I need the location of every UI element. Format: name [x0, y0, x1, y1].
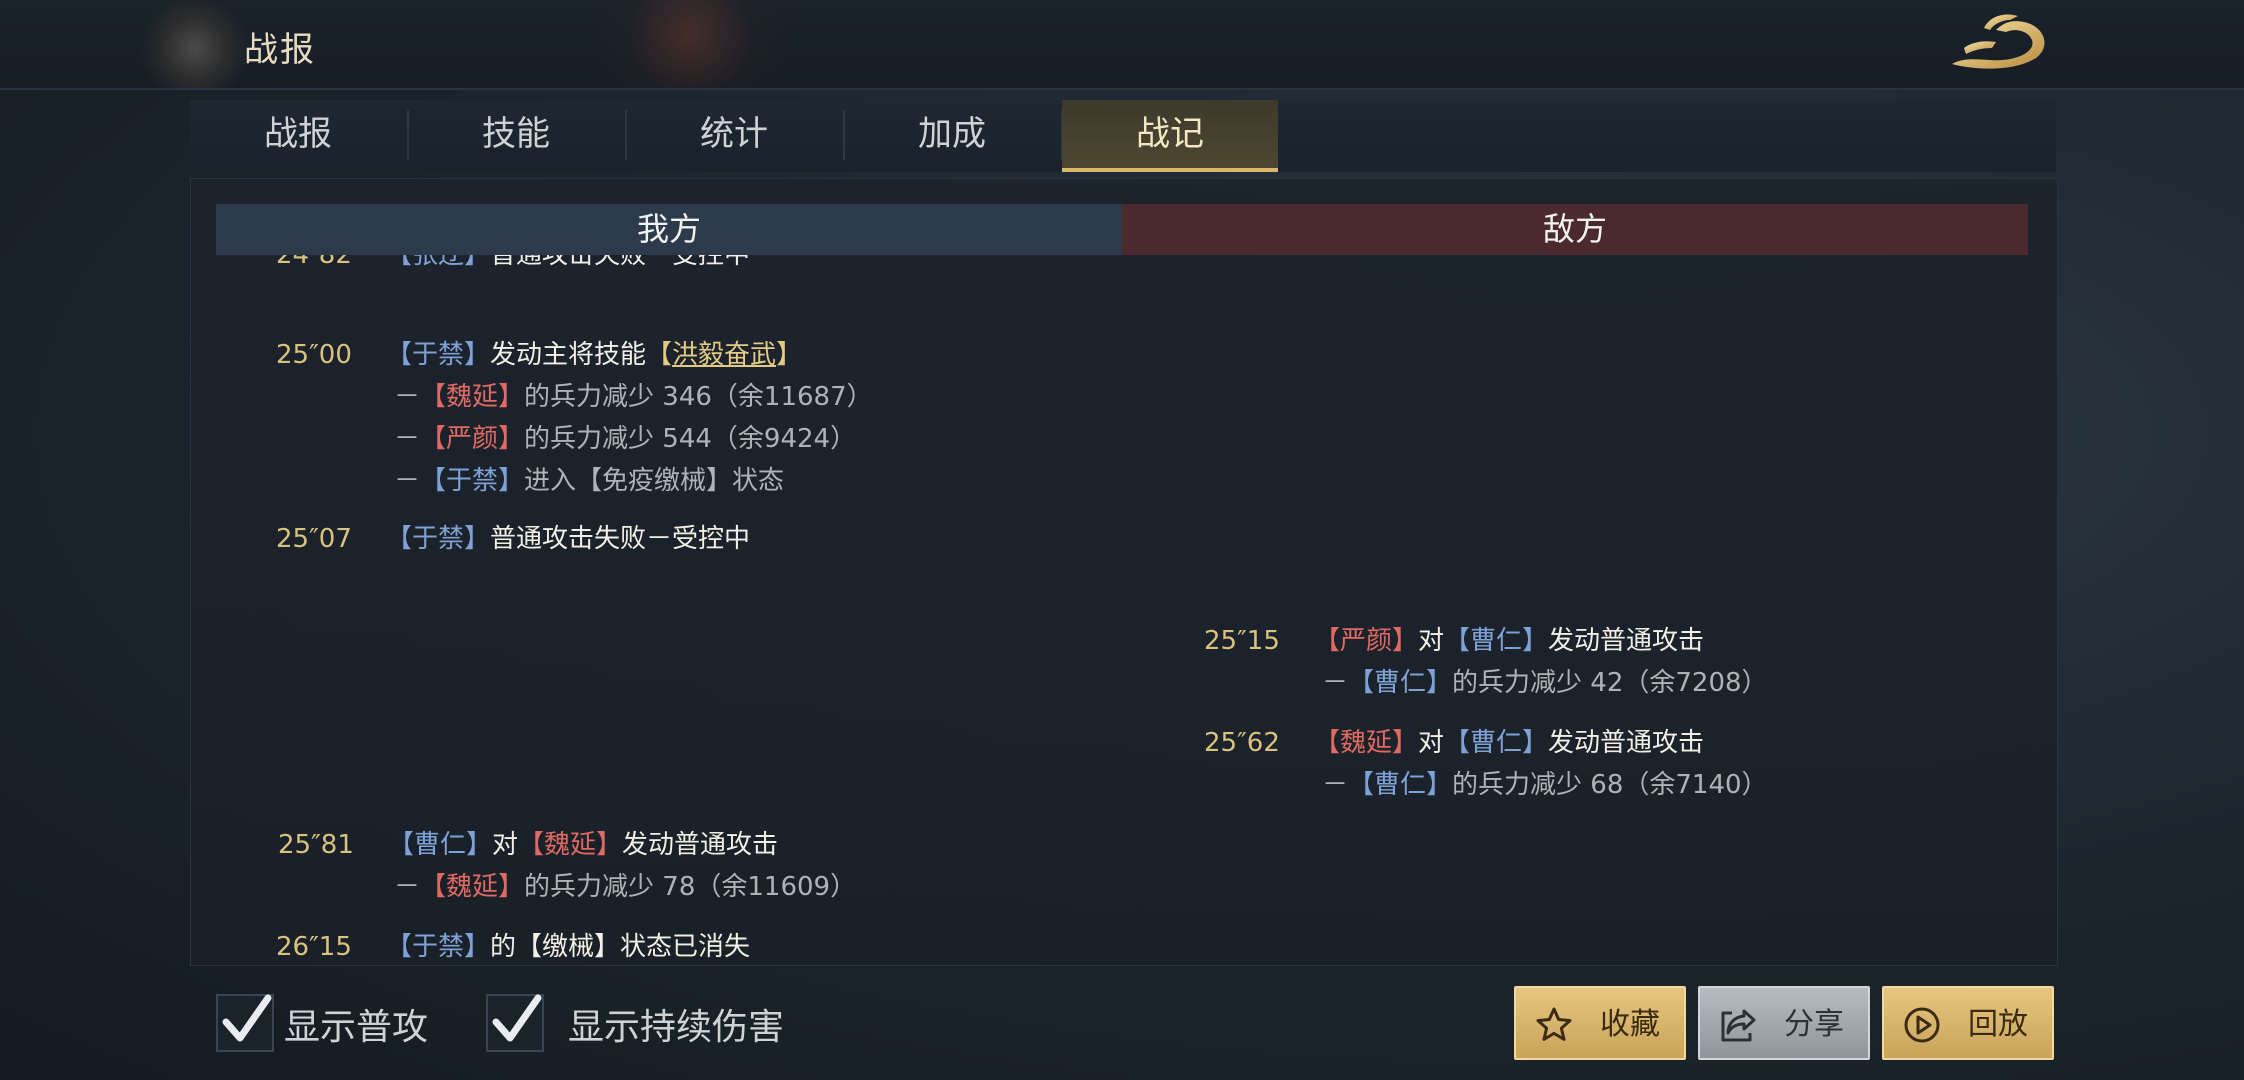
skill-link[interactable]: 洪毅奋武	[672, 340, 776, 370]
dragon-logo-icon[interactable]	[1944, 8, 2054, 80]
enemy-side-header: 敌方	[1122, 204, 2028, 255]
tab-battle-log[interactable]: 战记	[1062, 100, 1278, 172]
show-normal-attack-checkbox[interactable]	[216, 994, 274, 1052]
tab-bonus[interactable]: 加成	[844, 100, 1060, 168]
show-dot-damage-checkbox[interactable]	[486, 994, 544, 1052]
tab-battle-report[interactable]: 战报	[190, 100, 406, 168]
checkmark-icon	[492, 994, 542, 1042]
share-label: 分享	[1784, 1007, 1844, 1042]
battle-log-scroll[interactable]: 24″82 【张辽】普通攻击失败－受控中 25″00 【于禁】发动主将技能【洪毅奋武…	[216, 255, 2028, 964]
log-sub-entry: －【魏延】的兵力减少 346（余11687）	[394, 382, 873, 412]
page-title: 战报	[244, 30, 316, 70]
tab-bar: 战报 技能 统计 加成 战记	[190, 100, 2056, 172]
top-bar: 战报	[0, 0, 2244, 90]
log-entry: 25″62 【魏延】对【曹仁】发动普通攻击	[1204, 728, 1705, 758]
favorite-button[interactable]: 收藏	[1514, 986, 1686, 1060]
log-entry: 24″82 【张辽】普通攻击失败－受控中	[276, 255, 751, 270]
log-sub-entry: －【严颜】的兵力减少 544（余9424）	[394, 424, 857, 454]
log-entry: 25″07 【于禁】普通攻击失败－受控中	[276, 524, 751, 554]
log-sub-entry: －【于禁】进入【免疫缴械】状态	[394, 466, 785, 496]
log-entry: 25″15 【严颜】对【曹仁】发动普通攻击	[1204, 626, 1705, 656]
log-entry: 25″81 【曹仁】对【魏延】发动普通攻击	[278, 830, 779, 860]
checkmark-icon	[222, 994, 272, 1042]
tab-statistics[interactable]: 统计	[626, 100, 842, 168]
log-sub-entry: －【曹仁】的兵力减少 42（余7208）	[1322, 668, 1768, 698]
log-entry: 26″15 【于禁】的【缴械】状态已消失	[276, 932, 751, 962]
favorite-label: 收藏	[1600, 1007, 1660, 1042]
show-dot-damage-label[interactable]: 显示持续伤害	[568, 998, 784, 1050]
star-icon	[1536, 1007, 1572, 1041]
log-entry: 25″00 【于禁】发动主将技能【洪毅奋武】	[276, 340, 803, 370]
share-button[interactable]: 分享	[1698, 986, 1870, 1060]
replay-label: 回放	[1968, 1007, 2028, 1042]
emblem-image	[140, 0, 250, 88]
tab-skills[interactable]: 技能	[408, 100, 624, 168]
share-icon	[1721, 1009, 1756, 1042]
play-circle-icon	[1904, 1007, 1940, 1043]
ember-decoration	[560, 0, 820, 88]
replay-button[interactable]: 回放	[1882, 986, 2054, 1060]
ally-side-header: 我方	[216, 204, 1122, 255]
show-normal-attack-label[interactable]: 显示普攻	[284, 998, 428, 1050]
log-sub-entry: －【曹仁】的兵力减少 68（余7140）	[1322, 770, 1768, 800]
log-sub-entry: －【魏延】的兵力减少 78（余11609）	[394, 872, 857, 902]
